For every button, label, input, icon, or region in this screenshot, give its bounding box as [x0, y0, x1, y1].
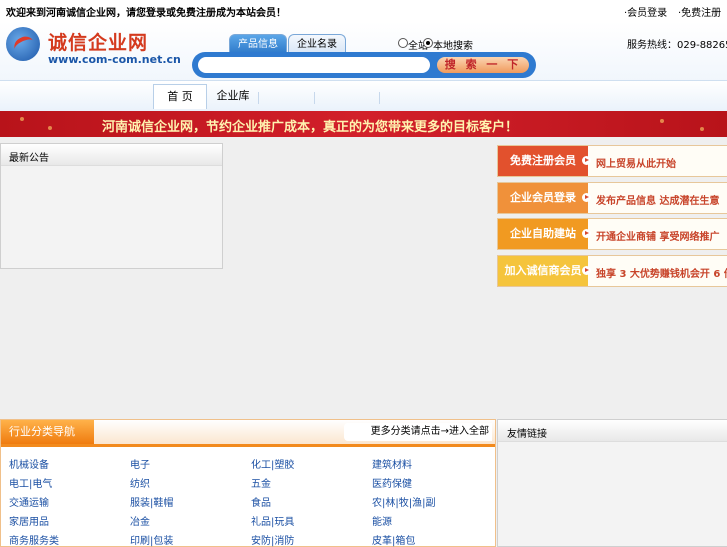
category-title: 行业分类导航 — [1, 420, 94, 444]
announcement-box: 最新公告 — [0, 143, 223, 269]
category-link[interactable]: 建筑材料 — [372, 456, 412, 471]
category-panel: 行业分类导航 更多分类请点击→进入全部 机械设备 电子 化工|塑胶 建筑材料 电… — [0, 419, 496, 547]
logo-title: 诚信企业网 — [48, 32, 149, 54]
join-member-promo-label: 加入诚信商会员 — [498, 256, 588, 286]
announcement-title: 最新公告 — [9, 153, 49, 164]
category-link[interactable]: 农|林|牧|渔|副 — [372, 494, 435, 509]
main-nav — [0, 80, 727, 111]
register-promo[interactable]: 免费注册会员 网上贸易从此开始 — [497, 145, 727, 177]
arrow-right-icon — [582, 193, 591, 202]
category-link[interactable]: 电工|电气 — [9, 475, 52, 490]
radio-all-site[interactable] — [398, 38, 408, 48]
website-builder-promo[interactable]: 企业自助建站 开通企业商铺 享受网络推广 — [497, 218, 727, 250]
register-promo-text: 网上贸易从此开始 — [596, 159, 676, 170]
website-builder-promo-label: 企业自助建站 — [498, 219, 588, 249]
search-input[interactable] — [198, 57, 430, 73]
search-tab-products[interactable]: 产品信息 — [229, 34, 287, 54]
all-categories-link[interactable]: 更多分类请点击→进入全部 — [344, 423, 492, 441]
category-link[interactable]: 礼品|玩具 — [251, 513, 294, 528]
search-tab-companies[interactable]: 企业名录 — [288, 34, 346, 54]
arrow-right-icon — [582, 156, 591, 165]
category-link[interactable]: 能源 — [372, 513, 392, 528]
category-link[interactable]: 纺织 — [130, 475, 150, 490]
login-promo[interactable]: 企业会员登录 发布产品信息 达成潜在生意 — [497, 182, 727, 214]
firework-decoration — [700, 127, 704, 131]
register-promo-label: 免费注册会员 — [498, 146, 588, 176]
arrow-right-icon — [582, 229, 591, 238]
nav-divider — [258, 92, 259, 104]
radio-local-search[interactable] — [423, 38, 433, 48]
category-link[interactable]: 家居用品 — [9, 513, 49, 528]
friend-links-title: 友情链接 — [507, 429, 547, 440]
firework-decoration — [20, 117, 24, 121]
free-register-link[interactable]: ·免费注册 — [678, 4, 721, 19]
logo-url: www.com-com.net.cn — [48, 53, 181, 66]
category-link[interactable]: 服装|鞋帽 — [130, 494, 173, 509]
category-link[interactable]: 五金 — [251, 475, 271, 490]
website-builder-promo-text: 开通企业商铺 享受网络推广 — [596, 232, 720, 243]
category-link[interactable]: 化工|塑胶 — [251, 456, 294, 471]
join-member-promo-text: 独享 3 大优势赚钱机会开 6 倍 — [596, 269, 727, 280]
login-promo-text: 发布产品信息 达成潜在生意 — [596, 196, 720, 207]
nav-company-library[interactable]: 企业库 — [208, 84, 258, 108]
login-promo-label: 企业会员登录 — [498, 183, 588, 213]
service-hotline: 服务热线：029-88265114 — [627, 40, 727, 51]
category-link[interactable]: 机械设备 — [9, 456, 49, 471]
category-link[interactable]: 食品 — [251, 494, 271, 509]
nav-home[interactable]: 首 页 — [153, 84, 207, 109]
top-bar: 欢迎来到河南诚信企业网，请您登录或免费注册成为本站会员！ ·会员登录 ·免费注册 — [0, 0, 727, 23]
friend-links-box: 友情链接 — [497, 419, 727, 547]
firework-decoration — [48, 126, 52, 130]
category-link[interactable]: 电子 — [130, 456, 150, 471]
category-link[interactable]: 交通运输 — [9, 494, 49, 509]
nav-divider — [379, 92, 380, 104]
join-member-promo[interactable]: 加入诚信商会员 独享 3 大优势赚钱机会开 6 倍 — [497, 255, 727, 287]
radio-local-search-label: 本地搜索 — [433, 41, 473, 52]
search-button[interactable]: 搜 索 一 下 — [437, 57, 529, 73]
welcome-notice: 欢迎来到河南诚信企业网，请您登录或免费注册成为本站会员！ — [6, 8, 286, 19]
category-link[interactable]: 医药保健 — [372, 475, 412, 490]
firework-decoration — [660, 119, 664, 123]
arrow-right-icon — [582, 266, 591, 275]
category-link[interactable]: 冶金 — [130, 513, 150, 528]
banner-text: 河南诚信企业网，节约企业推广成本，真正的为您带来更多的目标客户！ — [102, 120, 519, 135]
member-login-link[interactable]: ·会员登录 — [624, 4, 667, 19]
promo-banner[interactable]: 河南诚信企业网，节约企业推广成本，真正的为您带来更多的目标客户！ — [0, 111, 727, 137]
logo-icon — [6, 27, 40, 61]
nav-divider — [314, 92, 315, 104]
